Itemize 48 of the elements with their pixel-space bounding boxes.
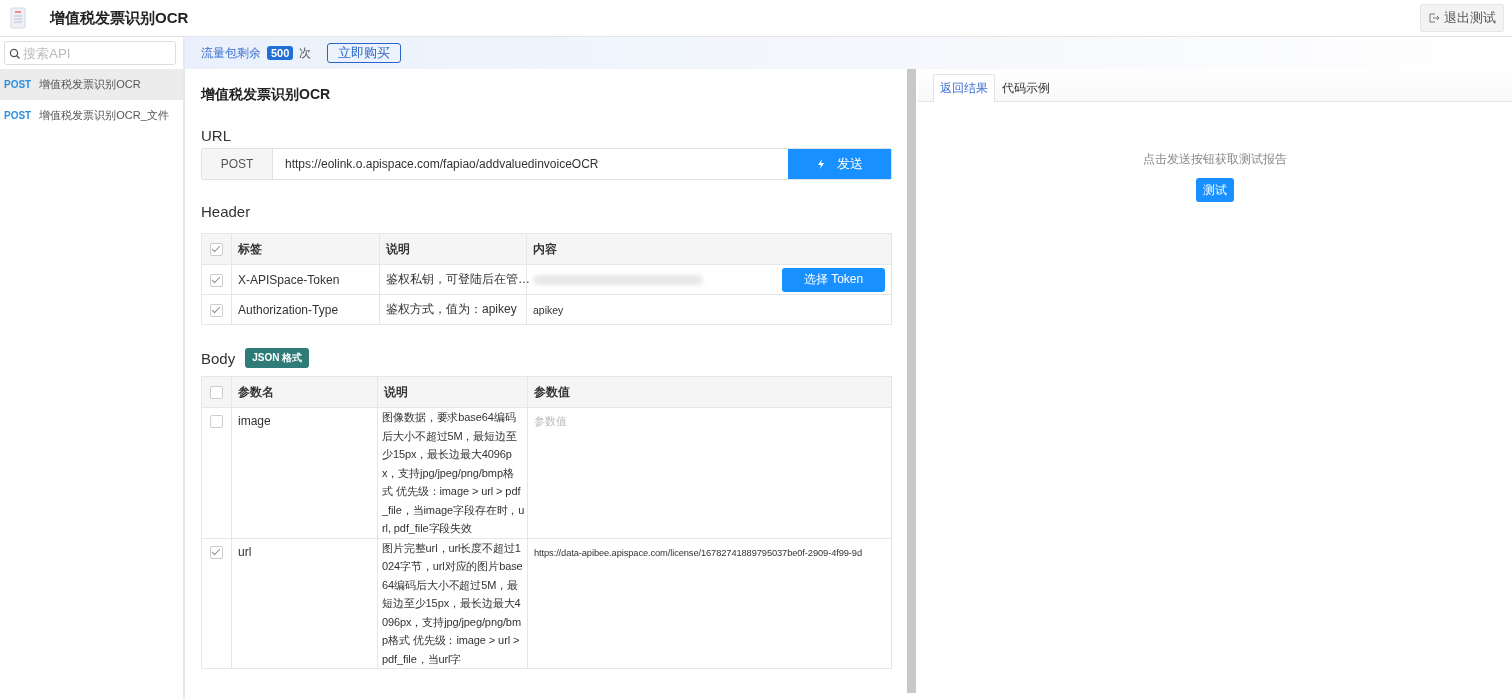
table-cell: X-APISpace-Token [231, 264, 380, 295]
api-name: 增值税发票识别OCR [39, 77, 141, 92]
section-heading: URL [201, 126, 231, 144]
tab[interactable]: 返回结果 [933, 74, 995, 102]
column-header: 内容 [526, 233, 892, 265]
section-heading: Body [201, 349, 236, 367]
checkbox[interactable] [210, 415, 223, 429]
checkbox[interactable] [210, 273, 223, 287]
quota-count: 500 [267, 46, 294, 60]
test-button[interactable]: 测试 [1196, 178, 1234, 202]
section-title: 增值税发票识别OCR [201, 86, 332, 104]
column-header: 参数名 [231, 376, 378, 408]
search-icon [9, 48, 20, 59]
select-token-button[interactable]: 选择 Token [782, 267, 885, 292]
table-cell: url [231, 538, 378, 669]
table-cell: image [231, 407, 378, 538]
scrollbar[interactable] [907, 69, 916, 693]
section-heading: Header [201, 202, 251, 220]
hint-text: 点击发送按钮获取测试报告 [1143, 151, 1287, 168]
search-field[interactable]: 搜索API [4, 41, 176, 65]
column-header: 标签 [231, 233, 380, 265]
quota-unit: 次 [299, 44, 312, 62]
column-header: 参数值 [527, 376, 892, 408]
quota-label: 流量包剩余 [201, 44, 261, 62]
table-cell: 鉴权私钥，可登陆后在管… [379, 264, 527, 295]
format-badge: JSON 格式 [245, 348, 310, 368]
document-icon [8, 7, 28, 29]
method-label: POST [4, 110, 32, 121]
checkbox[interactable] [210, 303, 223, 317]
method-label: POST [4, 79, 32, 90]
checkbox[interactable] [210, 545, 223, 559]
table-cell: 图片完整url，url长度不超过1024字节，url对应的图片base64编码后大小不超过5M，最短边至少15px，最长边最大4096px，支持jpg/jpeg/png/bmp格式 优先级：image > url > pdf_file，当url字 [377, 538, 528, 669]
checkbox[interactable] [210, 242, 223, 256]
api-list-item[interactable]: POST 增值税发票识别OCR [0, 69, 183, 100]
table-cell: apikey [533, 303, 564, 316]
column-header: 说明 [379, 233, 527, 265]
table-cell: 鉴权方式，值为：apikey [379, 294, 527, 325]
table-cell: https://data-apibee.apispace.com/license/16782741889795037be0f-2909-4f99-9d [534, 547, 862, 558]
tab[interactable]: 代码示例 [995, 74, 1057, 102]
exit-icon [1428, 12, 1440, 24]
table-cell: Authorization-Type [231, 294, 380, 325]
exit-test-button[interactable]: 退出测试 [1420, 4, 1504, 32]
page-title: 增值税发票识别OCR [50, 8, 190, 28]
table-cell: 图像数据，要求base64编码后大小不超过5M，最短边至少15px，最长边最大4096px，支持jpg/jpeg/png/bmp格式 优先级：image > url > pdf_file，当image字段存在时，url, pdf_file字段失效 [377, 407, 528, 538]
api-name: 增值税发票识别OCR_文件 [39, 108, 169, 123]
buy-now-button[interactable]: 立即购买 [327, 43, 402, 63]
checkbox[interactable] [210, 385, 223, 399]
column-header: 说明 [377, 376, 528, 408]
